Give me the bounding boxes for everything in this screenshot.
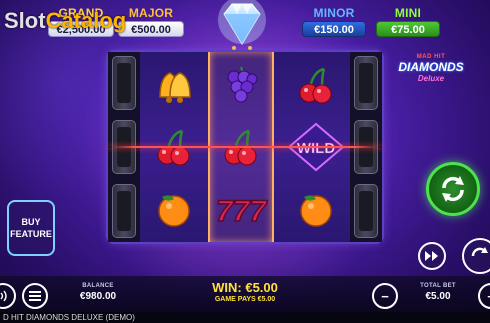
cherry-symbol <box>282 54 350 116</box>
wild-text: WILD <box>297 140 335 157</box>
bell-symbol <box>140 54 208 116</box>
locked-slot <box>354 184 378 238</box>
seven-text: 777 <box>216 195 267 228</box>
balance-label: BALANCE <box>82 283 114 289</box>
decrease-bet-button[interactable]: − <box>372 283 398 309</box>
grape-symbol <box>210 54 272 116</box>
watermark-part1: Slot <box>4 8 46 33</box>
logo-line3: Deluxe <box>417 74 445 83</box>
buy-feature-line1: BUY <box>21 217 41 227</box>
turbo-button[interactable] <box>418 242 446 270</box>
spin-button[interactable] <box>426 162 480 216</box>
win-amount: WIN: €5.00 <box>212 280 278 295</box>
minus-icon: − <box>381 288 389 304</box>
game-title-status: D HIT DIAMONDS DELUXE (DEMO) <box>0 312 490 323</box>
slotcatalog-watermark: SlotCatalog <box>4 8 126 34</box>
winning-payline <box>108 146 382 148</box>
fast-forward-icon <box>425 251 438 261</box>
locked-slot <box>112 184 136 238</box>
buy-feature-button[interactable]: BUY FEATURE <box>7 200 55 256</box>
autoplay-button[interactable] <box>462 238 490 274</box>
jackpot-major: MAJOR €500.00 <box>118 7 184 43</box>
locked-slot <box>354 56 378 110</box>
total-bet-display: TOTAL BET €5.00 <box>408 283 468 302</box>
jackpot-major-value: €500.00 <box>118 21 184 37</box>
menu-button[interactable] <box>22 283 48 309</box>
watermark-part2: Catalog <box>45 8 127 33</box>
game-pays-text: GAME PAYS €5.00 <box>214 296 276 303</box>
game-logo: MAD HIT DIAMONDS Deluxe <box>392 54 470 90</box>
jackpot-minor-label: MINOR <box>313 6 355 20</box>
autoplay-icon <box>471 247 488 257</box>
total-bet-value: €5.00 <box>425 291 451 302</box>
jackpot-minor-value: €150.00 <box>302 21 366 37</box>
hamburger-icon <box>29 291 41 301</box>
jackpot-mini-label: MINI <box>394 6 422 20</box>
win-display: WIN: €5.00 GAME PAYS €5.00 <box>190 280 300 303</box>
locked-slot <box>112 56 136 110</box>
spin-arrows-icon <box>442 176 464 202</box>
logo-line2: DIAMONDS <box>398 60 464 74</box>
jackpot-major-label: MAJOR <box>128 6 174 20</box>
balance-value: €980.00 <box>79 291 117 302</box>
buy-feature-line2: FEATURE <box>10 229 52 239</box>
jackpot-minor: MINOR €150.00 <box>302 7 366 43</box>
jackpot-mini: MINI €75.00 <box>376 7 440 43</box>
balance-display: BALANCE €980.00 <box>70 283 126 302</box>
seven-symbol: 777 <box>210 178 272 240</box>
jackpot-mini-value: €75.00 <box>376 21 440 37</box>
orange-symbol <box>140 178 208 240</box>
sound-wave-icon <box>0 290 7 302</box>
orange-symbol <box>282 178 350 240</box>
total-bet-label: TOTAL BET <box>420 283 456 289</box>
diamond-icon <box>212 0 272 50</box>
